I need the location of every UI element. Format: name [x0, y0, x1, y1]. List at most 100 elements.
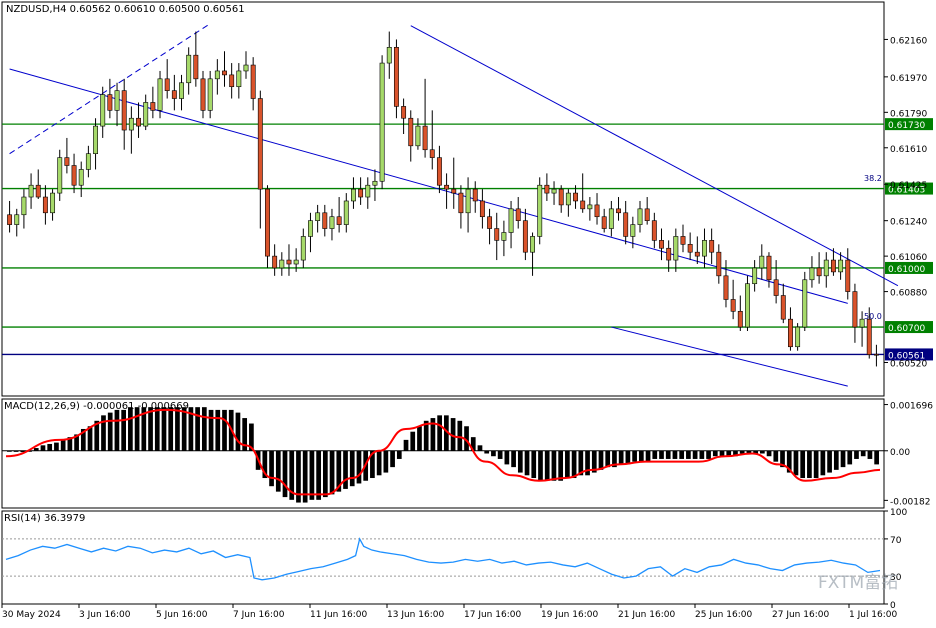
time-tick-label: 7 Jun 16:00 [233, 610, 285, 620]
macd-histogram-bar [773, 450, 779, 462]
macd-histogram-bar [652, 450, 658, 459]
macd-histogram-bar [54, 442, 59, 451]
macd-histogram-bar [396, 450, 402, 459]
candle-body [601, 216, 607, 229]
price-tick-label: 0.61790 [890, 109, 927, 119]
rsi-label: RSI(14) 36.3979 [4, 513, 85, 524]
macd-histogram-bar [175, 407, 180, 451]
macd-histogram-bar [807, 450, 812, 479]
candle-body [365, 184, 371, 198]
level-price-label: 0.61000 [888, 265, 925, 275]
candle-body [207, 78, 213, 111]
candle-body [379, 62, 385, 182]
candle-body [816, 267, 822, 277]
candle-body [687, 244, 693, 253]
macd-histogram-bar [605, 450, 611, 468]
candle-body [164, 78, 170, 91]
candle-body [623, 212, 629, 237]
price-tick-label: 0.61060 [890, 253, 927, 263]
symbol-header: NZDUSD,H4 0.60562 0.60610 0.60500 0.6056… [6, 4, 245, 15]
macd-histogram-bar [497, 450, 503, 459]
candle-body [265, 188, 270, 257]
candle-body [408, 117, 414, 147]
macd-histogram-bar [867, 450, 873, 459]
candle-body [222, 70, 227, 76]
candle-body [737, 310, 743, 328]
time-tick-label: 21 Jun 16:00 [618, 610, 675, 620]
macd-histogram-bar [309, 450, 315, 500]
macd-histogram-bar [343, 450, 348, 489]
macd-histogram-bar [457, 420, 463, 451]
candle-body [214, 70, 220, 80]
candle-body [171, 90, 177, 99]
candle-body [487, 216, 493, 229]
price-tick-label: 0.60520 [890, 360, 927, 370]
macd-histogram-bar [511, 450, 516, 468]
price-tick-label: 0.61425 [890, 181, 927, 191]
macd-histogram-bar [128, 407, 133, 451]
candle-body [107, 94, 113, 111]
macd-histogram-bar [195, 407, 200, 451]
candle-body [257, 98, 263, 190]
candle-body [329, 216, 335, 229]
time-tick-label: 25 Jun 16:00 [695, 610, 752, 620]
candle-body [709, 240, 715, 253]
candle-body [100, 94, 106, 127]
candle-body [50, 192, 56, 214]
macd-histogram-bar [833, 450, 839, 470]
price-chart[interactable]: 0.617300.614030.610000.607000.6056123.63… [0, 0, 936, 624]
time-tick-label: 27 Jun 16:00 [772, 610, 829, 620]
macd-histogram-bar [827, 450, 832, 473]
macd-histogram-bar [410, 431, 416, 451]
time-tick-label: 1 Jul 16:00 [849, 610, 898, 620]
price-tick-label: 0.62160 [890, 36, 927, 46]
time-tick-label: 11 Jun 16:00 [310, 610, 367, 620]
time-tick-label: 30 May 2024 [2, 610, 61, 620]
macd-histogram-bar [517, 450, 523, 473]
candle-body [573, 192, 578, 202]
candle-body [143, 102, 149, 127]
macd-histogram-bar [40, 445, 46, 451]
candle-body [179, 82, 184, 99]
macd-tick-label: -0.00182 [890, 497, 930, 507]
macd-histogram-bar [558, 450, 564, 481]
candle-body [186, 54, 192, 84]
candle-body [472, 188, 478, 202]
macd-histogram-bar [215, 409, 221, 451]
macd-histogram-bar [544, 450, 550, 481]
macd-histogram-bar [329, 450, 335, 495]
price-tick-label: 0.61240 [890, 218, 927, 228]
macd-histogram-bar [477, 445, 483, 451]
candle-body [723, 275, 729, 300]
candle-body [465, 188, 471, 214]
candle-body [565, 192, 571, 206]
candle-body [873, 353, 879, 356]
candle-body [795, 326, 801, 348]
macd-histogram-bar [672, 450, 678, 459]
candle-body [830, 259, 836, 273]
macd-histogram-bar [13, 450, 19, 452]
candle-body [859, 318, 865, 328]
candle-body [544, 184, 550, 194]
macd-histogram-bar [114, 409, 120, 451]
macd-histogram-bar [484, 450, 490, 454]
candle-body [809, 267, 815, 281]
time-tick-label: 17 Jun 16:00 [464, 610, 521, 620]
macd-histogram-bar [403, 439, 409, 451]
candle-body [852, 291, 858, 328]
candle-body [401, 106, 407, 119]
macd-histogram-bar [860, 450, 866, 457]
macd-histogram-bar [679, 450, 685, 459]
macd-histogram-bar [349, 450, 355, 487]
candle-body [243, 64, 249, 72]
candle-body [788, 318, 793, 348]
candle-body [128, 117, 134, 131]
candle-body [766, 255, 772, 281]
candle-body [386, 47, 392, 64]
macd-histogram-bar [847, 450, 853, 465]
candle-body [157, 78, 163, 111]
macd-histogram-bar [417, 426, 422, 451]
watermark-text: FXTM富拓 [818, 573, 898, 593]
rsi-tick-label: 70 [890, 536, 902, 546]
macd-histogram-bar [706, 450, 711, 459]
